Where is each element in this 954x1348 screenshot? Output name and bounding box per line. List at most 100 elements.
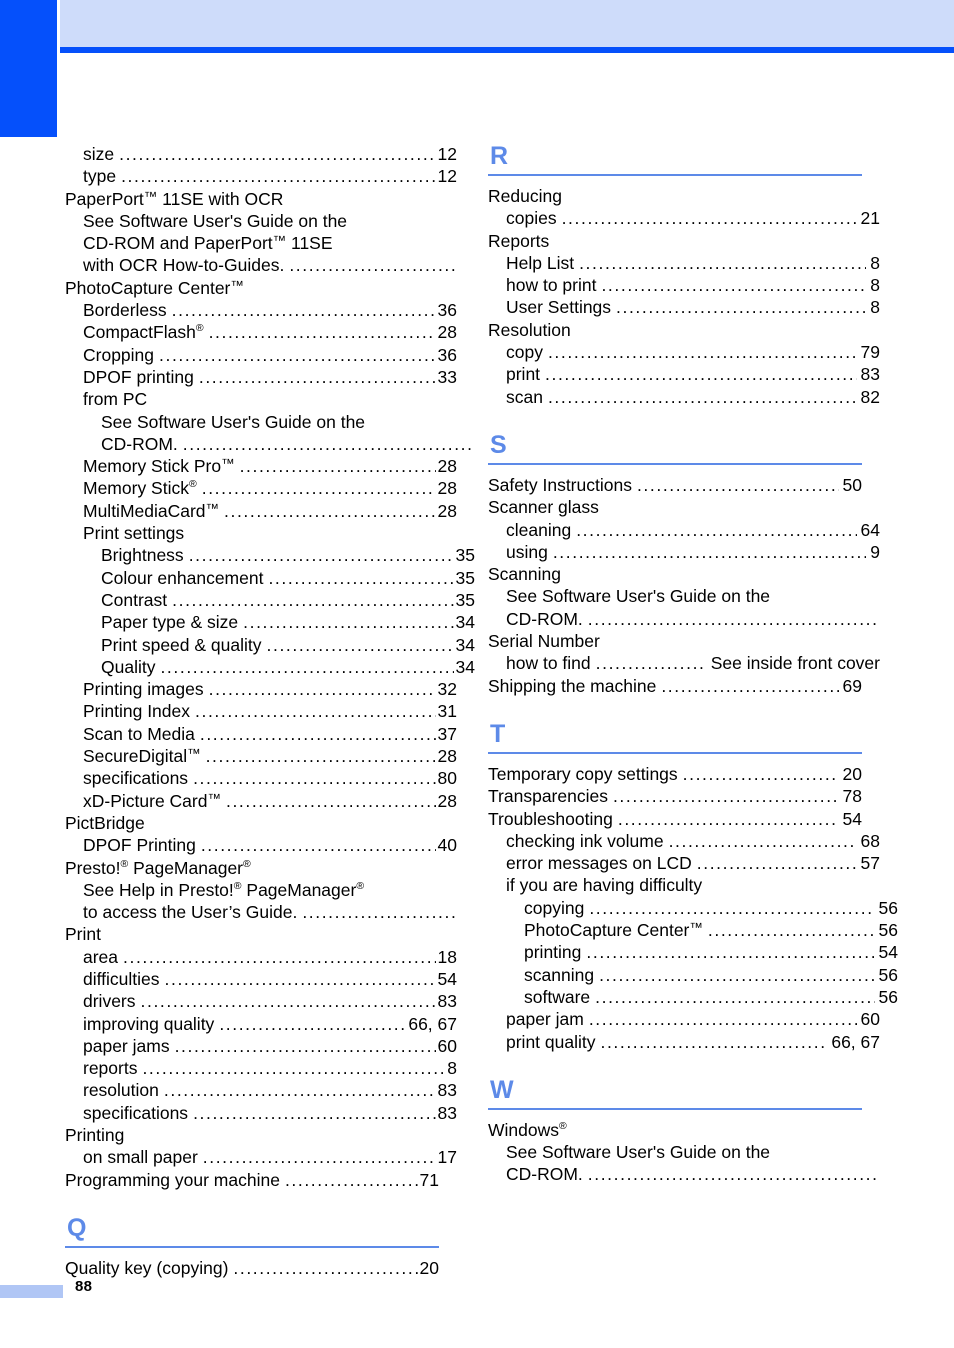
index-entry-row: how to find See inside front cover (506, 652, 880, 674)
index-entry-row: copies 21 (506, 207, 880, 229)
index-entry-leader-dots (289, 254, 455, 276)
trademark-mark: ™ (689, 920, 703, 936)
index-entry-leader-dots (708, 919, 875, 941)
index-entry-page: 28 (437, 746, 457, 767)
index-entry-page: 28 (437, 456, 457, 477)
index-entry-page: 57 (860, 853, 880, 874)
index-entry: Printing (65, 1124, 485, 1146)
index-entry-page: 8 (870, 275, 880, 296)
index-entry-label: type (83, 166, 117, 187)
index-entry-leader-dots (613, 785, 839, 807)
index-entry-label: Presto!® PageManager® (65, 857, 251, 878)
footer-accent-block (0, 1285, 63, 1298)
index-entry-leader-dots (588, 608, 878, 630)
index-section-header: S (488, 432, 908, 465)
index-entry-label: cleaning (506, 519, 572, 540)
index-entry-row: size 12 (83, 143, 457, 165)
index-entry: Transparencies 78 (488, 785, 908, 807)
index-entry-label: scanning (524, 964, 595, 985)
index-entry: xD-Picture Card™ 28 (65, 790, 485, 812)
index-entry: Memory Stick® 28 (65, 477, 485, 499)
index-entry-row: PhotoCapture Center™ (65, 277, 439, 299)
index-entry-page: 56 (878, 964, 898, 985)
index-entry-leader-dots (175, 1035, 436, 1057)
index-entry-row: xD-Picture Card™ 28 (83, 790, 457, 812)
index-entry-row: specifications 83 (83, 1102, 457, 1124)
index-entry-page: 83 (437, 991, 457, 1012)
index-entry: paper jam 60 (488, 1008, 908, 1030)
index-entry: Reducing (488, 185, 908, 207)
index-entry: PhotoCapture Center™ 56 (488, 919, 908, 941)
index-entry-page: 64 (860, 519, 880, 540)
index-entry-row: MultiMediaCard™ 28 (83, 500, 457, 522)
index-entry-label: checking ink volume (506, 830, 664, 851)
index-entry-label: if you are having difficulty (506, 875, 703, 896)
index-entry-leader-dots (562, 207, 857, 229)
index-entry: difficulties 54 (65, 968, 485, 990)
index-entry-row: Presto!® PageManager® (65, 857, 439, 879)
index-entry-page: 35 (455, 567, 475, 588)
index-entry-row: Programming your machine 71 (65, 1169, 439, 1191)
index-entry: Contrast 35 (65, 589, 485, 611)
index-entry-row: specifications 80 (83, 767, 457, 789)
index-section-rule (488, 174, 862, 176)
index-entry: Colour enhancement 35 (65, 567, 485, 589)
index-entry-row: CD-ROM and PaperPort™ 11SE (83, 232, 457, 254)
index-section-rule (488, 1107, 862, 1110)
index-entry-row: Troubleshooting 54 (488, 808, 862, 830)
index-entry-leader-dots (601, 274, 866, 296)
index-entry: drivers 83 (65, 990, 485, 1012)
index-entry-label: PhotoCapture Center™ (524, 920, 703, 941)
index-entry-leader-dots (548, 341, 857, 363)
index-entry-row: Print speed & quality 34 (101, 634, 475, 656)
trademark-mark: ™ (205, 500, 220, 516)
index-entry: Serial Number (488, 630, 908, 652)
index-entry-row: Resolution (488, 319, 862, 341)
index-entry: Scan to Media 37 (65, 723, 485, 745)
index-entry-page: 56 (878, 897, 898, 918)
index-body: size12type12PaperPort™ 11SE with OCRSee … (0, 143, 954, 1279)
registered-mark: ® (233, 879, 242, 892)
index-entry-row: with OCR How-to-Guides. (83, 254, 457, 276)
index-entry: type 12 (65, 165, 485, 187)
index-entry-label: Scanning (488, 564, 561, 585)
index-entry-leader-dots (141, 990, 436, 1012)
index-entry: Troubleshooting 54 (488, 808, 908, 830)
index-entry-label: printing (524, 942, 582, 963)
trademark-mark: ™ (230, 277, 244, 293)
index-entry-leader-dots (224, 500, 435, 522)
index-entry-label: drivers (83, 991, 136, 1012)
index-entry-leader-dots (302, 901, 455, 923)
index-entry-page: 36 (437, 300, 457, 321)
index-entry-row: CompactFlash® 28 (83, 321, 457, 343)
index-entry-row: paper jams 60 (83, 1035, 457, 1057)
index-entry: Scanning (488, 563, 908, 585)
index-entry-label: CD-ROM. (101, 433, 178, 454)
index-entry-leader-dots (142, 1057, 445, 1079)
index-entry-page: See inside front cover (710, 653, 880, 674)
index-entry: printing 54 (488, 941, 908, 963)
index-entry-row: Print (65, 923, 439, 945)
index-entry-label: Printing images (83, 679, 204, 700)
index-entry-page: 78 (842, 786, 862, 807)
registered-mark: ® (120, 857, 129, 870)
index-entry-label: from PC (83, 389, 148, 410)
index-entry-label: See Software User's Guide on the (506, 1142, 771, 1163)
index-entry: with OCR How-to-Guides. (65, 254, 485, 276)
index-entry: Cropping 36 (65, 344, 485, 366)
index-entry-label: print (506, 364, 541, 385)
index-entry-label: Troubleshooting (488, 808, 613, 829)
index-entry: See Software User's Guide on the (65, 411, 485, 433)
index-entry-label: Colour enhancement (101, 567, 264, 588)
index-entry-label: PaperPort™ 11SE with OCR (65, 188, 284, 209)
index-entry-label: copies (506, 208, 557, 229)
index-entry-label: scan (506, 386, 543, 407)
index-entry-row: how to print 8 (506, 274, 880, 296)
index-entry-row: reports 8 (83, 1057, 457, 1079)
index-entry-page: 37 (437, 723, 457, 744)
index-entry-row: Windows® (488, 1119, 862, 1141)
index-entry: See Software User's Guide on the (65, 210, 485, 232)
index-column-left: size12type12PaperPort™ 11SE with OCRSee … (65, 143, 485, 1279)
index-entry-page: 31 (437, 701, 457, 722)
index-entry-page: 79 (860, 342, 880, 363)
